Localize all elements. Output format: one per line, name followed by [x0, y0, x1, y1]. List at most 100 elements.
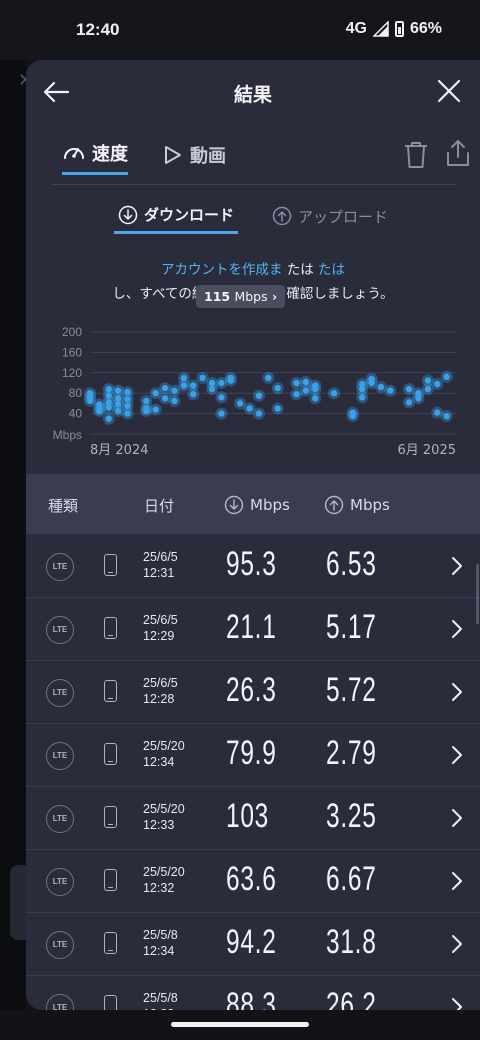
data-point[interactable] — [274, 405, 281, 412]
download-value: 95.3 — [226, 545, 277, 583]
background-card — [10, 865, 26, 940]
date-text: 25/6/5 — [143, 676, 178, 690]
tab-download-label: ダウンロード — [144, 206, 235, 224]
data-point[interactable] — [218, 394, 225, 401]
data-point[interactable] — [330, 390, 338, 397]
data-point[interactable] — [274, 384, 281, 392]
table-row[interactable]: LTE 25/6/5 12:28 26.3 5.72 — [26, 661, 480, 724]
data-point[interactable] — [180, 382, 188, 389]
date-cell: 25/6/5 12:29 — [143, 612, 178, 644]
tab-upload[interactable]: アップロード — [268, 204, 392, 234]
data-point[interactable] — [199, 374, 206, 382]
network-tech-badge: LTE — [46, 679, 74, 707]
data-point[interactable] — [255, 392, 263, 399]
share-icon[interactable] — [444, 138, 472, 168]
date-cell: 25/5/20 12:33 — [143, 801, 185, 833]
data-point[interactable] — [377, 383, 385, 391]
data-point[interactable] — [161, 395, 169, 402]
data-point[interactable] — [293, 379, 300, 387]
tooltip-value: 115 — [204, 289, 231, 304]
table-row[interactable]: LTE 25/5/20 12:32 63.6 6.67 — [26, 850, 480, 913]
data-point[interactable] — [124, 410, 131, 417]
time-text: 12:34 — [143, 755, 175, 769]
column-upload-label: Mbps — [350, 496, 390, 514]
create-account-link[interactable]: アカウントを作成ま — [161, 262, 283, 278]
chart-tooltip[interactable]: 115 Mbps › — [196, 285, 286, 308]
download-value: 63.6 — [226, 860, 277, 898]
data-point[interactable] — [152, 390, 159, 397]
data-point[interactable] — [190, 391, 197, 398]
tooltip-chevron-icon: › — [271, 289, 278, 304]
tooltip-unit: Mbps — [234, 289, 268, 304]
data-point[interactable] — [434, 380, 441, 388]
data-point[interactable] — [368, 379, 375, 387]
results-table-header: 種類 日付 Mbps Mbps — [26, 474, 480, 534]
data-point[interactable] — [105, 415, 112, 422]
network-tech-badge: LTE — [46, 553, 74, 581]
data-point[interactable] — [96, 407, 103, 415]
data-point[interactable] — [227, 374, 234, 382]
navigation-bar — [0, 1010, 480, 1040]
tab-speed-label: 速度 — [92, 144, 128, 165]
data-point[interactable] — [208, 379, 216, 387]
column-upload[interactable]: Mbps — [324, 495, 390, 515]
table-row[interactable]: LTE 25/5/20 12:34 79.9 2.79 — [26, 724, 480, 787]
phone-icon — [104, 932, 117, 954]
table-row[interactable]: LTE 25/5/20 12:33 103 3.25 — [26, 787, 480, 850]
data-point[interactable] — [171, 397, 178, 405]
tab-video[interactable]: 動画 — [160, 140, 226, 175]
data-point[interactable] — [312, 395, 319, 402]
data-point[interactable] — [293, 391, 300, 398]
data-point[interactable] — [358, 394, 366, 401]
scrollbar[interactable] — [476, 564, 479, 624]
data-point[interactable] — [161, 384, 169, 392]
battery-level: 66% — [409, 20, 442, 37]
data-point[interactable] — [255, 410, 263, 417]
data-point[interactable] — [443, 412, 450, 420]
column-download[interactable]: Mbps — [224, 495, 290, 515]
data-point[interactable] — [387, 387, 394, 394]
table-row[interactable]: LTE 25/6/5 12:29 21.1 5.17 — [26, 598, 480, 661]
table-row[interactable]: LTE 25/5/8 12:34 94.2 31.8 — [26, 913, 480, 976]
data-point[interactable] — [152, 406, 159, 413]
date-text: 25/5/8 — [143, 928, 178, 942]
date-cell: 25/5/812:33 — [143, 990, 178, 1010]
data-point[interactable] — [405, 399, 413, 406]
data-point[interactable] — [302, 378, 310, 386]
data-point[interactable] — [349, 409, 356, 416]
data-point[interactable] — [236, 400, 244, 407]
chevron-right-icon — [452, 872, 462, 890]
home-gesture-handle[interactable] — [171, 1022, 309, 1027]
y-tick-label: 120 — [62, 366, 82, 380]
data-point[interactable] — [246, 405, 253, 412]
tab-download[interactable]: ダウンロード — [114, 204, 239, 234]
data-point[interactable] — [434, 409, 441, 416]
data-point[interactable] — [190, 382, 197, 389]
data-point[interactable] — [405, 385, 413, 393]
page-title: 結果 — [233, 84, 272, 106]
data-point[interactable] — [424, 377, 432, 384]
data-point[interactable] — [143, 407, 150, 415]
y-tick-label: 40 — [69, 407, 83, 421]
sign-in-link[interactable]: たは — [318, 262, 345, 278]
data-point[interactable] — [443, 373, 450, 381]
data-point[interactable] — [218, 410, 225, 417]
tab-speed[interactable]: 速度 — [62, 140, 128, 175]
data-point[interactable] — [265, 374, 272, 382]
data-point[interactable] — [114, 407, 122, 415]
table-row[interactable]: LTE 25/5/812:33 88.3 26.2 — [26, 976, 480, 1010]
data-point[interactable] — [105, 404, 112, 411]
data-point[interactable] — [312, 385, 319, 393]
trash-icon[interactable] — [402, 140, 430, 170]
close-icon[interactable] — [436, 78, 462, 104]
data-point[interactable] — [415, 395, 422, 402]
data-point[interactable] — [218, 379, 225, 387]
phone-icon — [104, 743, 117, 765]
data-point[interactable] — [302, 387, 310, 394]
table-row[interactable]: LTE 25/6/5 12:31 95.3 6.53 — [26, 535, 480, 598]
data-point[interactable] — [86, 397, 94, 405]
data-point[interactable] — [171, 387, 178, 394]
data-point[interactable] — [424, 385, 432, 393]
scatter-plot: 200 160 120 80 40 Mbps 8月 2024 6月 2025 — [53, 325, 456, 458]
x-tick-label: 8月 2024 — [90, 443, 149, 458]
